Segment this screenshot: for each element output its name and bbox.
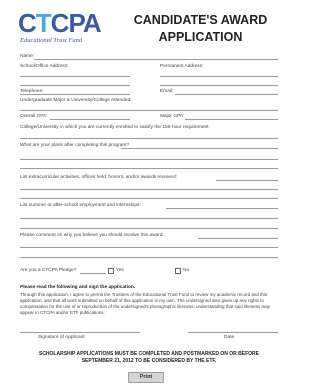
undergrad-label: Undergraduate Major & University/College… [20,98,132,103]
extracurricular-field-1[interactable] [216,180,278,181]
why-field-1[interactable] [198,238,278,239]
pledge-yes-checkbox[interactable] [108,268,114,274]
extracurricular-field-2[interactable] [20,189,278,190]
ctcpa-logo: CTCPA Educational Trust Fund [18,10,108,48]
overall-gpa-label: Overall GPA: [20,114,48,119]
major-gpa-label: Major GPA: [160,114,185,119]
employment-label: List summer or after-school employment a… [20,203,141,208]
instructions-text: Through this application, I agree to per… [20,292,271,315]
why-field-3[interactable] [20,257,278,258]
date-label: Date [224,335,235,340]
permanent-address-label: Permanent Address: [160,64,204,69]
overall-gpa-field[interactable] [50,119,130,120]
telephone-field[interactable] [20,94,130,95]
deadline-notice: SCHOLARSHIP APPLICATIONS MUST BE COMPLET… [20,351,278,365]
deadline-notice-line-2: SEPTEMBER 21, 2012 TO BE CONSIDERED BY T… [81,358,217,364]
major-gpa-field[interactable] [185,119,278,120]
school-address-field-1[interactable] [20,76,130,77]
title-line-1: CANDIDATE'S AWARD [133,13,268,27]
title-line-2: APPLICATION [158,30,243,44]
college-150-field[interactable] [20,138,278,139]
email-field[interactable] [175,94,278,95]
pledge-no-label: No [183,268,190,273]
extracurricular-field-3[interactable] [20,198,278,199]
email-label: Email: [160,89,174,94]
employment-field-3[interactable] [20,228,278,229]
employment-field-2[interactable] [20,218,278,219]
employment-field-1[interactable] [166,208,278,209]
undergrad-field[interactable] [20,110,278,111]
date-field[interactable] [188,332,278,333]
extracurricular-label: List extracurricular activities, offices… [20,175,177,180]
plans-field-1[interactable] [121,148,278,149]
plans-label: What are your plans after completing thi… [20,143,130,148]
why-field-2[interactable] [20,247,278,248]
logo-tagline: Educational Trust Fund [20,37,83,44]
name-field[interactable] [34,59,278,60]
why-label: Please comment on why you believe you sh… [20,233,164,238]
pledge-yes-label: Yes [116,268,124,273]
college-150-label: College/University in which you are curr… [20,125,210,130]
pledge-no-checkbox[interactable] [175,268,181,274]
pledge-answer-line [80,273,106,274]
instructions-heading: Please read the following and sign the a… [20,285,136,290]
school-address-label: School/Office Address: [20,64,69,69]
logo-wordmark: CTCPA [18,8,102,38]
pledge-question: Are you a CTCPA Pledge? [20,268,77,273]
permanent-address-field-2[interactable] [160,85,278,86]
name-label: Name: [20,54,35,59]
signature-label: Signature of Applicant [38,335,85,340]
permanent-address-field-1[interactable] [160,76,278,77]
signature-field[interactable] [20,332,140,333]
plans-field-3[interactable] [20,168,278,169]
deadline-notice-line-1: SCHOLARSHIP APPLICATIONS MUST BE COMPLET… [38,351,259,357]
plans-field-2[interactable] [20,159,278,160]
page-title: CANDIDATE'S AWARD APPLICATION [118,12,283,46]
print-button[interactable]: Print [128,372,164,383]
school-address-field-2[interactable] [20,85,130,86]
